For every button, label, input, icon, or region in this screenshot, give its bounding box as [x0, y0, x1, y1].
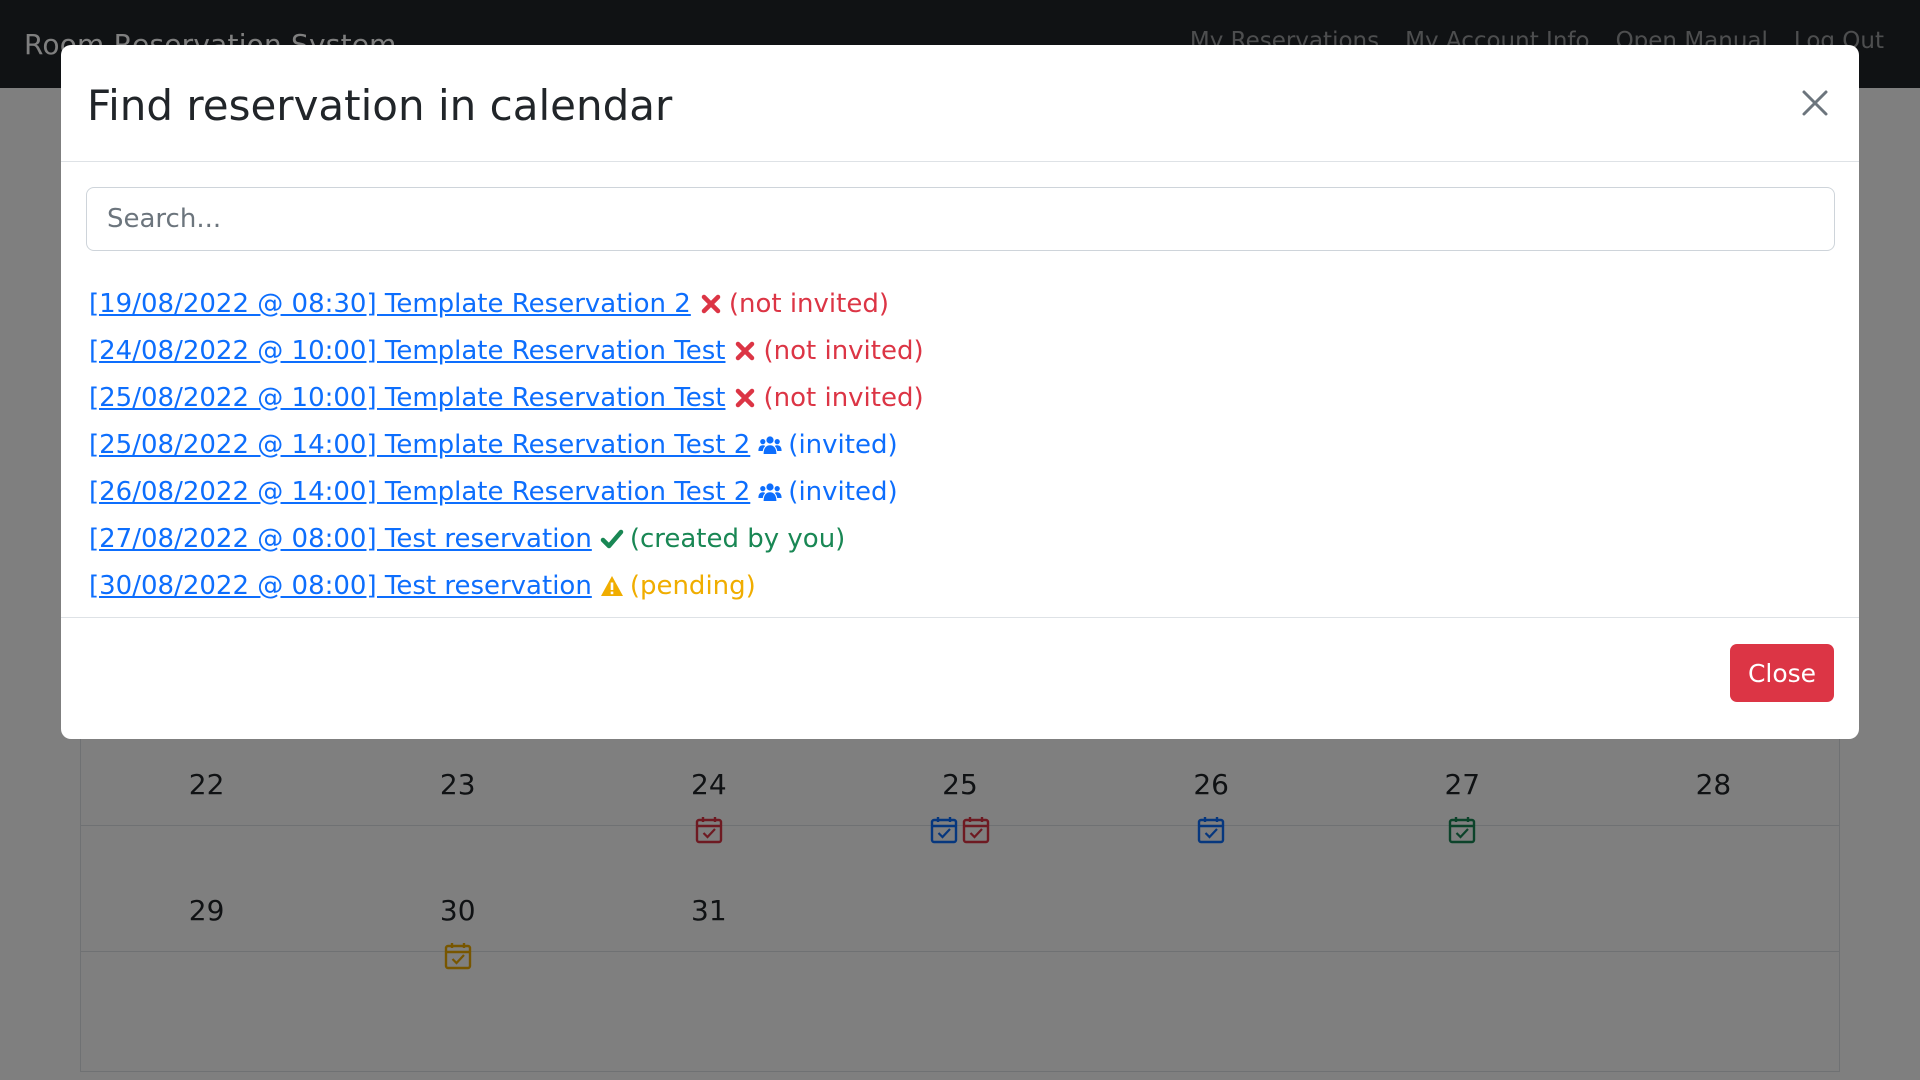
reservation-link[interactable]: [25/08/2022 @ 14:00] Template Reservatio…: [89, 430, 750, 460]
warning-icon: [600, 574, 624, 598]
users-icon: [758, 480, 782, 504]
reservation-status: (not invited): [733, 335, 924, 366]
reservation-link[interactable]: [25/08/2022 @ 10:00] Template Reservatio…: [89, 383, 725, 413]
reservation-list-item: [26/08/2022 @ 14:00] Template Reservatio…: [89, 468, 924, 515]
reservation-list-item: [25/08/2022 @ 14:00] Template Reservatio…: [89, 421, 924, 468]
reservation-list-item: [24/08/2022 @ 10:00] Template Reservatio…: [89, 327, 924, 374]
reservation-status: (created by you): [600, 523, 846, 554]
reservation-status-text: (not invited): [728, 288, 889, 319]
modal-header: Find reservation in calendar: [61, 45, 1859, 162]
check-icon: [600, 527, 624, 551]
reservation-link[interactable]: [26/08/2022 @ 14:00] Template Reservatio…: [89, 477, 750, 507]
times-icon: [699, 292, 723, 316]
find-reservation-modal: Find reservation in calendar [19/08/2022…: [61, 45, 1859, 739]
reservation-link[interactable]: [27/08/2022 @ 08:00] Test reservation: [89, 524, 592, 554]
reservation-status: (not invited): [733, 382, 924, 413]
reservation-list-item: [19/08/2022 @ 08:30] Template Reservatio…: [89, 280, 924, 327]
reservation-list-item: [25/08/2022 @ 10:00] Template Reservatio…: [89, 374, 924, 421]
reservation-list-item: [27/08/2022 @ 08:00] Test reservation (cr…: [89, 515, 924, 562]
modal-body: [19/08/2022 @ 08:30] Template Reservatio…: [61, 162, 1859, 618]
users-icon: [758, 433, 782, 457]
reservation-status: (not invited): [699, 289, 889, 319]
reservation-status-text: (not invited): [763, 335, 924, 366]
reservation-status-text: (invited): [788, 476, 898, 507]
reservation-link[interactable]: [24/08/2022 @ 10:00] Template Reservatio…: [89, 336, 725, 366]
reservation-status-text: (invited): [788, 429, 898, 460]
reservation-status: (invited): [758, 429, 898, 460]
reservation-list: [19/08/2022 @ 08:30] Template Reservatio…: [89, 280, 924, 609]
reservation-link[interactable]: [30/08/2022 @ 08:00] Test reservation: [89, 571, 592, 601]
reservation-status-text: (not invited): [763, 382, 924, 413]
reservation-status-text: (created by you): [629, 523, 846, 554]
times-icon: [733, 339, 757, 363]
search-input[interactable]: [86, 187, 1835, 251]
times-icon: [733, 386, 757, 410]
reservation-status-text: (pending): [629, 570, 756, 601]
reservation-status: (pending): [600, 571, 756, 601]
close-button[interactable]: Close: [1730, 644, 1834, 702]
reservation-status: (invited): [758, 476, 898, 507]
reservation-list-item: [30/08/2022 @ 08:00] Test reservation (pe…: [89, 562, 924, 609]
reservation-link[interactable]: [19/08/2022 @ 08:30] Template Reservatio…: [89, 289, 691, 319]
close-icon[interactable]: [1797, 85, 1833, 121]
modal-footer: Close: [61, 619, 1859, 739]
modal-title: Find reservation in calendar: [87, 81, 673, 130]
